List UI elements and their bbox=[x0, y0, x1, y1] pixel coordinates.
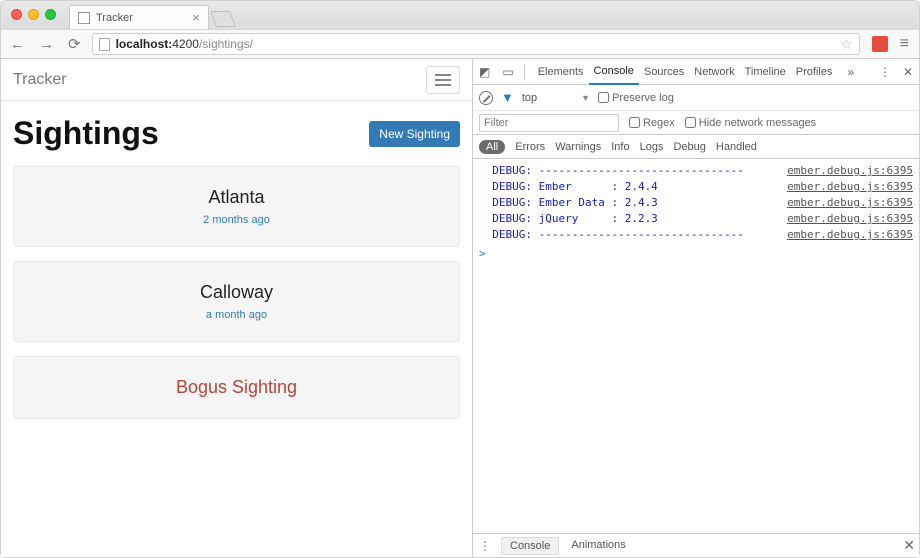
console-line: DEBUG: Ember : 2.4.4ember.debug.js:6395 bbox=[479, 179, 913, 195]
new-tab-button[interactable] bbox=[210, 11, 236, 27]
console-output[interactable]: DEBUG: -------------------------------em… bbox=[473, 159, 919, 533]
log-source-link[interactable]: ember.debug.js:6395 bbox=[787, 195, 913, 211]
page-icon bbox=[78, 12, 90, 24]
drawer-tab-console[interactable]: Console bbox=[501, 537, 559, 555]
log-source-link[interactable]: ember.debug.js:6395 bbox=[787, 211, 913, 227]
log-source-link[interactable]: ember.debug.js:6395 bbox=[787, 227, 913, 243]
devtools-tabs: ◩ ▭ ElementsConsoleSourcesNetworkTimelin… bbox=[473, 59, 919, 85]
sighting-card[interactable]: Atlanta 2 months ago bbox=[13, 166, 460, 247]
new-sighting-button[interactable]: New Sighting bbox=[369, 121, 460, 147]
clear-console-icon[interactable] bbox=[479, 91, 493, 105]
app-navbar: Tracker bbox=[1, 59, 472, 101]
devtools-close-icon[interactable]: ✕ bbox=[901, 63, 915, 81]
context-selector[interactable]: top ▼ bbox=[522, 92, 590, 104]
overflow-icon[interactable]: » bbox=[845, 63, 856, 81]
url-host: localhost: bbox=[116, 37, 173, 51]
console-line: DEBUG: -------------------------------em… bbox=[479, 163, 913, 179]
forward-button[interactable]: → bbox=[36, 34, 57, 55]
log-level-handled[interactable]: Handled bbox=[716, 141, 757, 153]
browser-tab-bar: Tracker × bbox=[1, 1, 919, 29]
card-subtitle: 2 months ago bbox=[24, 214, 449, 226]
log-level-info[interactable]: Info bbox=[611, 141, 629, 153]
browser-menu-icon[interactable]: ≡ bbox=[896, 33, 913, 55]
hide-network-checkbox[interactable]: Hide network messages bbox=[685, 117, 816, 129]
log-level-all[interactable]: All bbox=[479, 140, 505, 154]
devtools-panel: ◩ ▭ ElementsConsoleSourcesNetworkTimelin… bbox=[473, 59, 919, 557]
log-source-link[interactable]: ember.debug.js:6395 bbox=[787, 163, 913, 179]
browser-tab[interactable]: Tracker × bbox=[69, 5, 209, 29]
drawer-close-icon[interactable]: ✕ bbox=[903, 537, 915, 554]
log-level-errors[interactable]: Errors bbox=[515, 141, 545, 153]
site-icon bbox=[99, 38, 110, 51]
devtools-tab-console[interactable]: Console bbox=[589, 59, 639, 85]
sighting-card[interactable]: Calloway a month ago bbox=[13, 261, 460, 342]
console-line: DEBUG: Ember Data : 2.4.3ember.debug.js:… bbox=[479, 195, 913, 211]
devtools-tab-timeline[interactable]: Timeline bbox=[740, 59, 791, 85]
devtools-menu-icon[interactable]: ⋮ bbox=[877, 63, 893, 81]
reload-button[interactable]: ⟳ bbox=[65, 33, 84, 55]
close-tab-icon[interactable]: × bbox=[192, 10, 200, 25]
inspect-icon[interactable]: ◩ bbox=[477, 63, 492, 81]
devtools-tab-network[interactable]: Network bbox=[689, 59, 739, 85]
log-level-bar: All Errors Warnings Info Logs Debug Handled bbox=[473, 135, 919, 159]
address-bar: ← → ⟳ localhost:4200/sightings/ ☆ ≡ bbox=[1, 29, 919, 59]
close-window-icon[interactable] bbox=[11, 9, 22, 20]
context-label: top bbox=[522, 92, 537, 104]
page-title: Sightings bbox=[13, 115, 159, 152]
console-prompt[interactable]: > bbox=[479, 247, 913, 260]
log-level-warnings[interactable]: Warnings bbox=[555, 141, 601, 153]
maximize-window-icon[interactable] bbox=[45, 9, 56, 20]
console-line: DEBUG: jQuery : 2.2.3ember.debug.js:6395 bbox=[479, 211, 913, 227]
log-level-logs[interactable]: Logs bbox=[640, 141, 664, 153]
ember-extension-icon[interactable] bbox=[872, 36, 888, 52]
chevron-down-icon: ▼ bbox=[581, 93, 590, 103]
sighting-card[interactable]: Bogus Sighting bbox=[13, 356, 460, 419]
devtools-tab-sources[interactable]: Sources bbox=[639, 59, 689, 85]
card-subtitle: a month ago bbox=[24, 309, 449, 321]
app-brand[interactable]: Tracker bbox=[13, 71, 67, 89]
log-level-debug[interactable]: Debug bbox=[673, 141, 705, 153]
filter-icon[interactable]: ▼ bbox=[501, 90, 514, 105]
card-title: Bogus Sighting bbox=[24, 377, 449, 398]
devtools-tab-profiles[interactable]: Profiles bbox=[791, 59, 838, 85]
url-input[interactable]: localhost:4200/sightings/ ☆ bbox=[92, 33, 860, 55]
minimize-window-icon[interactable] bbox=[28, 9, 39, 20]
tab-title: Tracker bbox=[96, 12, 133, 24]
drawer-menu-icon[interactable]: ⋮ bbox=[477, 537, 493, 555]
back-button[interactable]: ← bbox=[7, 34, 28, 55]
devtools-tab-elements[interactable]: Elements bbox=[533, 59, 589, 85]
regex-checkbox[interactable]: Regex bbox=[629, 117, 675, 129]
device-toggle-icon[interactable]: ▭ bbox=[500, 63, 515, 81]
url-port: 4200 bbox=[172, 37, 199, 51]
window-controls bbox=[11, 9, 56, 20]
card-title: Calloway bbox=[24, 282, 449, 303]
nav-toggle-button[interactable] bbox=[426, 66, 460, 94]
app-viewport: Tracker Sightings New Sighting Atlanta 2 … bbox=[1, 59, 473, 557]
drawer-tab-animations[interactable]: Animations bbox=[563, 537, 633, 555]
card-title: Atlanta bbox=[24, 187, 449, 208]
devtools-drawer: ⋮ ConsoleAnimations ✕ bbox=[473, 533, 919, 557]
console-line: DEBUG: -------------------------------em… bbox=[479, 227, 913, 243]
console-filter-input[interactable] bbox=[479, 114, 619, 132]
url-path: /sightings/ bbox=[199, 37, 253, 51]
bookmark-icon[interactable]: ☆ bbox=[840, 36, 853, 53]
log-source-link[interactable]: ember.debug.js:6395 bbox=[787, 179, 913, 195]
preserve-log-checkbox[interactable]: Preserve log bbox=[598, 92, 674, 104]
